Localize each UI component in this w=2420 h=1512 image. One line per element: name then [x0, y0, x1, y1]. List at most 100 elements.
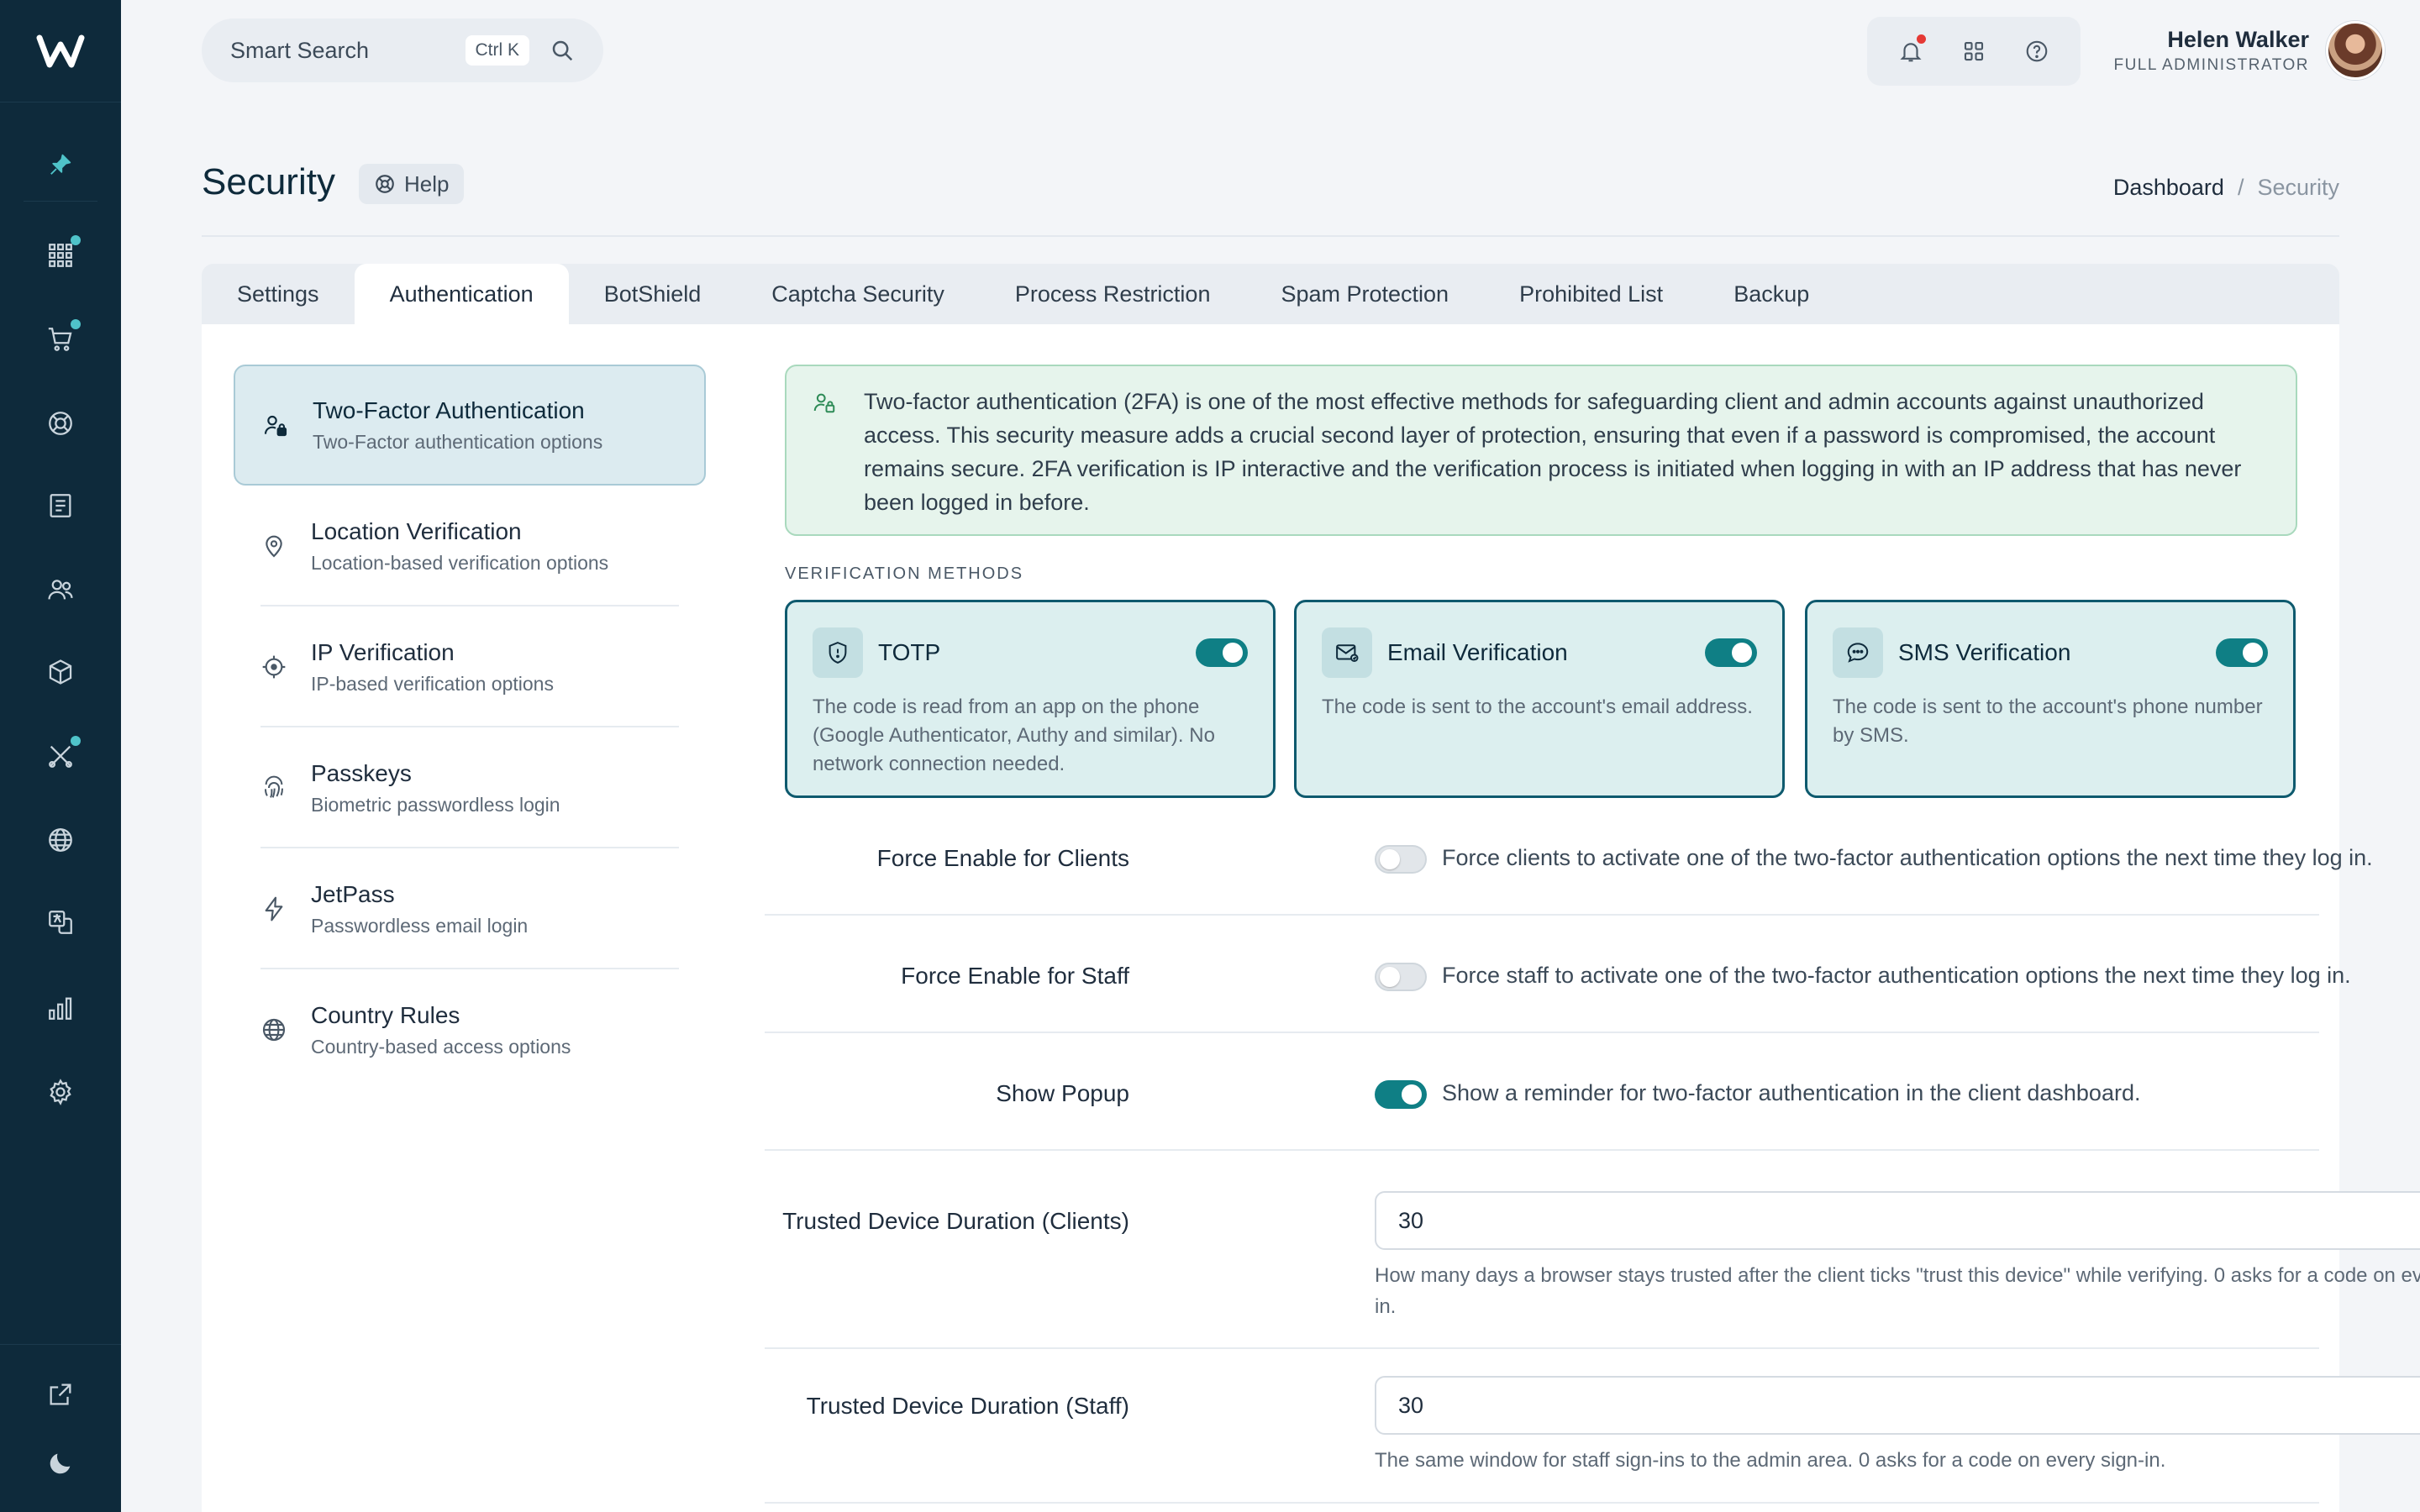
chat-bubble-icon: [1833, 627, 1883, 678]
submenu-item-two-factor[interactable]: Two-Factor Authentication Two-Factor aut…: [234, 365, 706, 486]
cart-icon[interactable]: [30, 309, 91, 370]
dark-mode-moon-icon[interactable]: [30, 1433, 91, 1494]
submenu-item-passkeys[interactable]: Passkeys Biometric passwordless login: [234, 727, 706, 848]
apps-switcher-icon[interactable]: [1950, 28, 1997, 75]
input-help-text: How many days a browser stays trusted af…: [1375, 1264, 2420, 1318]
external-link-icon[interactable]: [30, 1364, 91, 1425]
tab-bar: Settings Authentication BotShield Captch…: [202, 264, 2339, 324]
trusted-staff-input[interactable]: [1375, 1376, 2420, 1435]
submenu-item-ip[interactable]: IP Verification IP-based verification op…: [234, 606, 706, 727]
search-icon[interactable]: [550, 38, 575, 63]
pin-icon[interactable]: [24, 128, 97, 202]
fingerprint-icon: [260, 774, 287, 801]
method-card-email[interactable]: Email Verification The code is sent to t…: [1294, 600, 1785, 798]
help-label: Help: [404, 171, 450, 197]
method-title: SMS Verification: [1898, 639, 2071, 665]
setting-description: Force clients to activate one of the two…: [1442, 845, 2373, 870]
breadcrumb: Dashboard / Security: [2113, 175, 2339, 201]
setting-label: Force Enable for Staff: [901, 963, 1129, 989]
sidebar-rail: [0, 0, 121, 1512]
two-factor-info-box: Two-factor authentication (2FA) is one o…: [785, 365, 2297, 536]
map-pin-icon: [260, 533, 287, 559]
breadcrumb-current: Security: [2257, 175, 2339, 200]
search-placeholder: Smart Search: [230, 37, 370, 63]
tab-authentication[interactable]: Authentication: [354, 264, 569, 324]
method-card-totp[interactable]: TOTP The code is read from an app on the…: [785, 600, 1276, 798]
row-divider: [765, 1502, 2319, 1504]
setting-description: Force staff to activate one of the two-f…: [1442, 963, 2351, 988]
submenu-subtitle: Country-based access options: [311, 1035, 571, 1058]
row-divider: [765, 1149, 2319, 1151]
page-title: Security: [202, 161, 335, 202]
tab-botshield[interactable]: BotShield: [569, 264, 737, 324]
show-popup-toggle[interactable]: [1375, 1080, 1427, 1109]
reports-chart-icon[interactable]: [30, 978, 91, 1038]
setting-description: Show a reminder for two-factor authentic…: [1442, 1080, 2141, 1105]
setting-label: Force Enable for Clients: [876, 845, 1129, 871]
notifications-bell-icon[interactable]: [1887, 28, 1934, 75]
totp-toggle[interactable]: [1196, 638, 1248, 667]
translate-icon[interactable]: [30, 892, 91, 953]
toggle-knob: [1732, 643, 1752, 663]
help-button[interactable]: Help: [359, 164, 465, 204]
submenu-subtitle: Two-Factor authentication options: [313, 430, 603, 453]
submenu-title: Country Rules: [311, 1001, 460, 1028]
smart-search-bar[interactable]: Smart Search Ctrl K: [202, 18, 603, 82]
invoice-icon[interactable]: [30, 475, 91, 536]
envelope-icon: [1322, 627, 1372, 678]
search-shortcut-badge: Ctrl K: [465, 35, 529, 66]
setting-label: Trusted Device Duration (Staff): [806, 1393, 1129, 1419]
nav-badge-dot: [71, 736, 81, 746]
box-icon[interactable]: [30, 642, 91, 702]
submenu-item-location[interactable]: Location Verification Location-based ver…: [234, 486, 706, 606]
force-clients-toggle[interactable]: [1375, 845, 1427, 874]
globe-icon[interactable]: [30, 810, 91, 870]
submenu-title: Passkeys: [311, 759, 412, 786]
apps-grid-icon[interactable]: [30, 225, 91, 286]
tab-process-restriction[interactable]: Process Restriction: [980, 264, 1246, 324]
tools-icon[interactable]: [30, 726, 91, 786]
breadcrumb-dashboard[interactable]: Dashboard: [2113, 175, 2224, 201]
toggle-knob: [1380, 849, 1400, 869]
users-icon[interactable]: [30, 559, 91, 620]
submenu-item-country-rules[interactable]: Country Rules Country-based access optio…: [234, 969, 706, 1090]
user-menu[interactable]: Helen Walker FULL ADMINISTRATOR: [2113, 18, 2385, 82]
method-description: The code is sent to the account's phone …: [1833, 696, 2263, 747]
sms-toggle[interactable]: [2216, 638, 2268, 667]
brand-logo[interactable]: [0, 0, 121, 102]
toggle-knob: [1380, 967, 1400, 987]
breadcrumb-separator: /: [2237, 175, 2244, 200]
tab-captcha-security[interactable]: Captcha Security: [736, 264, 980, 324]
method-description: The code is read from an app on the phon…: [813, 696, 1215, 775]
tab-prohibited-list[interactable]: Prohibited List: [1484, 264, 1698, 324]
target-icon: [260, 654, 287, 680]
support-lifebuoy-icon[interactable]: [30, 393, 91, 454]
method-card-sms[interactable]: SMS Verification The code is sent to the…: [1805, 600, 2296, 798]
verification-methods-label: VERIFICATION METHODS: [785, 564, 1024, 583]
submenu-subtitle: IP-based verification options: [311, 672, 554, 695]
settings-gear-icon[interactable]: [30, 1062, 91, 1122]
force-staff-toggle[interactable]: [1375, 963, 1427, 991]
user-lock-icon: [262, 412, 289, 438]
trusted-clients-input[interactable]: [1375, 1191, 2420, 1250]
user-name: Helen Walker: [2167, 26, 2309, 52]
row-divider: [765, 1032, 2319, 1033]
avatar[interactable]: [2326, 21, 2385, 80]
submenu-item-jetpass[interactable]: JetPass Passwordless email login: [234, 848, 706, 969]
toggle-knob: [1402, 1084, 1422, 1105]
input-help-text: The same window for staff sign-ins to th…: [1375, 1449, 2166, 1472]
email-toggle[interactable]: [1705, 638, 1757, 667]
user-role: FULL ADMINISTRATOR: [2113, 55, 2309, 74]
globe-icon: [260, 1016, 287, 1043]
nav-badge-dot: [71, 319, 81, 329]
submenu-title: IP Verification: [311, 638, 455, 665]
tab-backup[interactable]: Backup: [1698, 264, 1844, 324]
submenu-subtitle: Biometric passwordless login: [311, 793, 560, 816]
help-question-icon[interactable]: [2013, 28, 2060, 75]
tab-settings[interactable]: Settings: [202, 264, 355, 324]
info-text: Two-factor authentication (2FA) is one o…: [864, 389, 2242, 515]
shield-icon: [813, 627, 863, 678]
user-lock-icon: [812, 390, 837, 415]
tab-spam-protection[interactable]: Spam Protection: [1245, 264, 1484, 324]
nav-badge-dot: [71, 235, 81, 245]
